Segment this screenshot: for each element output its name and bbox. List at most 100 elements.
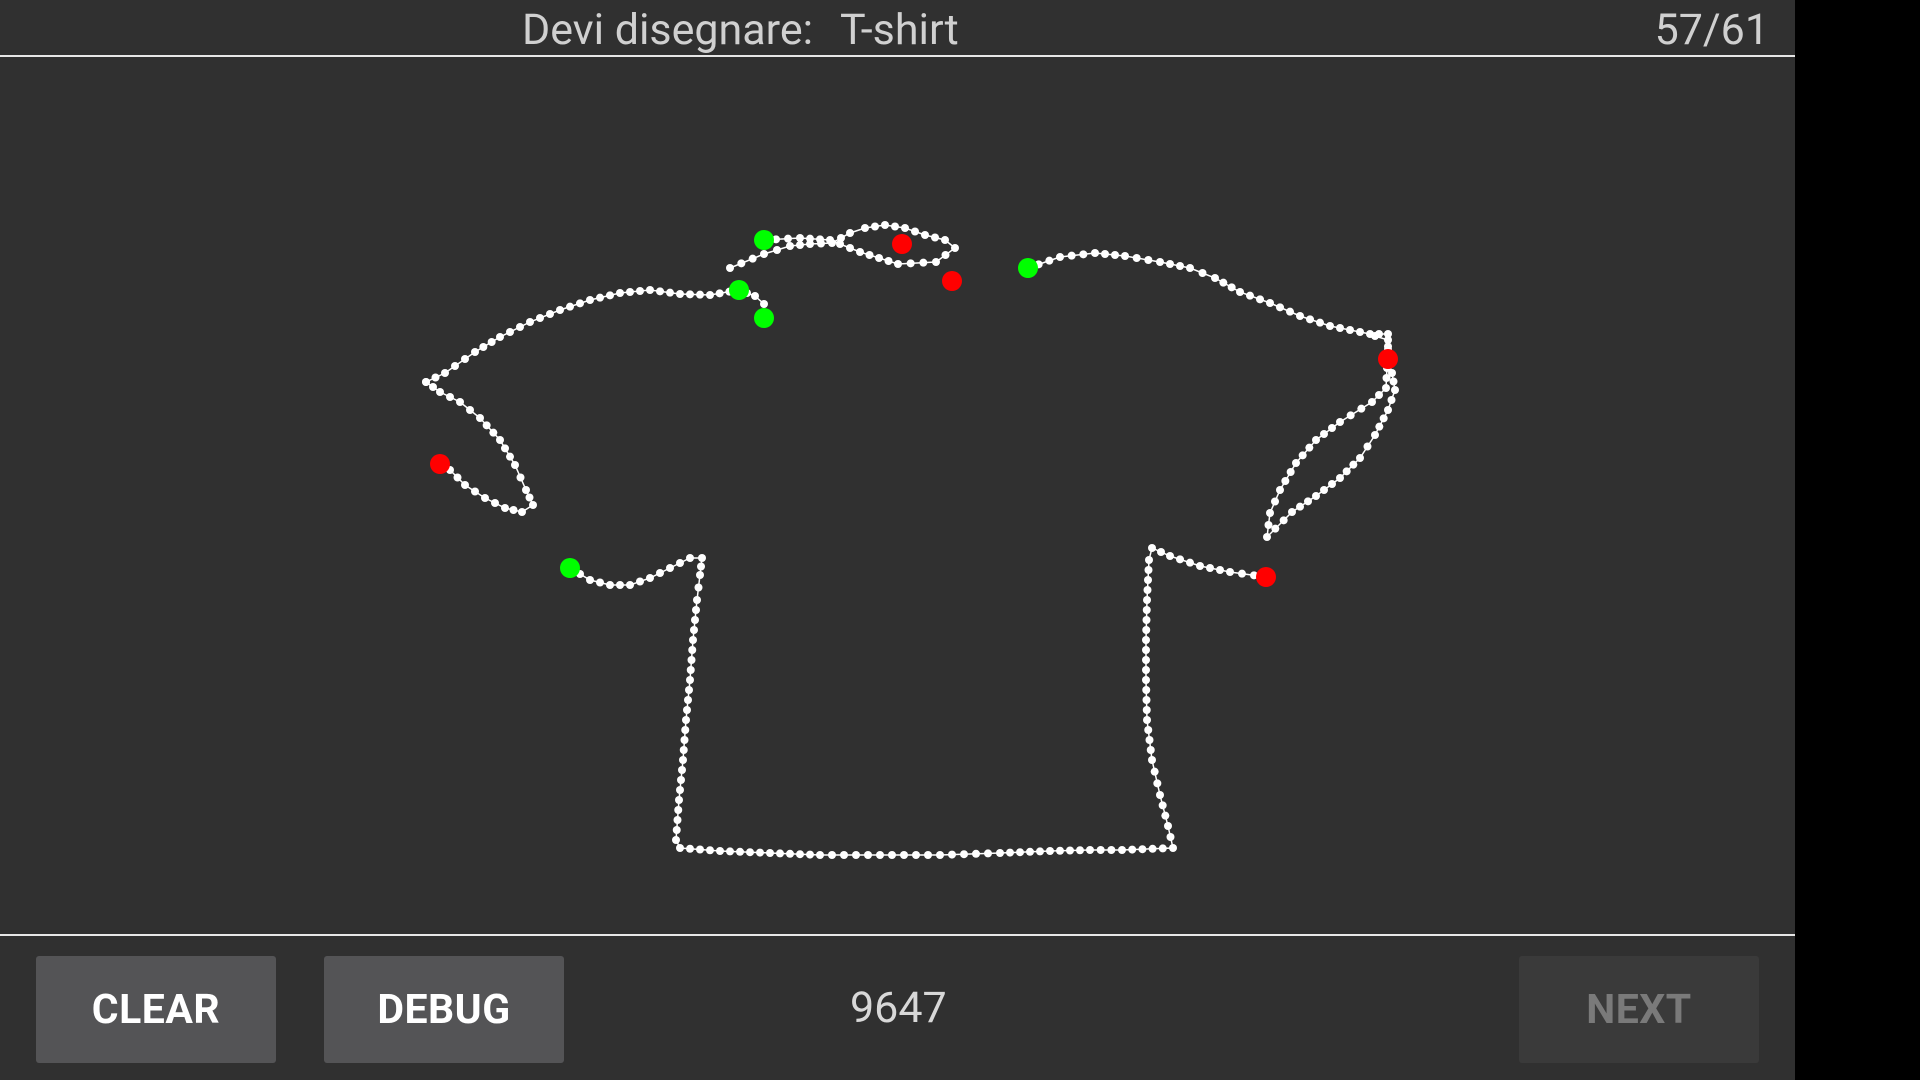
stroke-end-marker bbox=[1378, 349, 1398, 369]
stroke-point bbox=[726, 847, 734, 856]
stroke-point bbox=[1128, 845, 1137, 854]
stroke-point bbox=[676, 290, 684, 298]
stroke-point bbox=[1279, 516, 1288, 525]
stroke-point bbox=[1312, 492, 1320, 500]
stroke-point bbox=[471, 348, 479, 356]
stroke-point bbox=[1382, 374, 1391, 382]
stroke-point bbox=[1158, 801, 1167, 810]
stroke-point bbox=[1238, 569, 1246, 578]
stroke-point bbox=[684, 696, 692, 704]
stroke-point bbox=[1375, 391, 1383, 399]
stroke-point bbox=[1142, 606, 1151, 614]
stroke-point bbox=[911, 227, 919, 236]
stroke-point bbox=[796, 234, 804, 242]
stroke-point bbox=[924, 851, 932, 859]
stroke-point bbox=[697, 562, 705, 571]
stroke-point bbox=[1276, 303, 1284, 312]
stroke-point bbox=[846, 244, 854, 252]
stroke-point bbox=[453, 473, 462, 482]
stroke-point bbox=[884, 257, 893, 265]
stroke-point bbox=[1144, 566, 1153, 574]
stroke-point bbox=[806, 850, 814, 859]
stroke-point bbox=[1156, 258, 1164, 266]
drawing-canvas[interactable] bbox=[0, 58, 1795, 934]
stroke-point bbox=[1161, 811, 1170, 820]
stroke-point bbox=[865, 251, 874, 259]
stroke-point bbox=[636, 287, 644, 295]
stroke-point bbox=[906, 259, 915, 268]
stroke-point bbox=[1143, 586, 1152, 594]
clear-button[interactable]: CLEAR bbox=[36, 956, 276, 1063]
stroke-point bbox=[686, 666, 695, 674]
stroke-point bbox=[1206, 564, 1214, 572]
stroke-point bbox=[1121, 252, 1129, 260]
stroke-point bbox=[436, 388, 444, 396]
stroke-start-marker bbox=[560, 558, 580, 578]
stroke-point bbox=[1176, 555, 1184, 564]
stroke-end-marker bbox=[430, 454, 450, 474]
stroke-point bbox=[496, 436, 504, 444]
stroke-point bbox=[1227, 283, 1236, 292]
stroke-point bbox=[626, 288, 634, 296]
stroke-line bbox=[1027, 252, 1389, 359]
stroke-point bbox=[816, 851, 824, 859]
stroke-point bbox=[1296, 502, 1304, 511]
stroke-point bbox=[1375, 422, 1384, 431]
stroke-point bbox=[1067, 251, 1076, 260]
stroke-point bbox=[1138, 845, 1147, 854]
stroke-point bbox=[441, 369, 449, 377]
stroke-point bbox=[828, 851, 836, 859]
stroke-point bbox=[1186, 264, 1194, 272]
stroke-point bbox=[1016, 848, 1024, 857]
stroke-point bbox=[1346, 326, 1354, 334]
stroke-point bbox=[506, 452, 514, 461]
stroke-point bbox=[1312, 436, 1320, 444]
stroke-point bbox=[1384, 336, 1392, 344]
stroke-point bbox=[871, 222, 879, 231]
stroke-point bbox=[840, 851, 848, 859]
footer-bar: CLEAR DEBUG 9647 NEXT bbox=[0, 934, 1795, 1080]
stroke-point bbox=[680, 736, 689, 744]
stroke-point bbox=[746, 848, 754, 857]
stroke-point bbox=[1371, 332, 1379, 340]
stroke-point bbox=[1305, 443, 1314, 452]
stroke-point bbox=[932, 258, 940, 266]
stroke-point bbox=[678, 766, 686, 774]
score-value: 9647 bbox=[850, 983, 947, 1033]
stroke-point bbox=[1356, 454, 1364, 462]
stroke-point bbox=[431, 373, 440, 382]
stroke-point bbox=[1169, 844, 1177, 852]
stroke-point bbox=[516, 473, 525, 482]
stroke-point bbox=[656, 287, 664, 296]
stroke-point bbox=[941, 251, 950, 259]
stroke-point bbox=[1145, 736, 1154, 744]
stroke-point bbox=[852, 851, 860, 859]
stroke-point bbox=[1148, 756, 1156, 764]
drawing-surface[interactable] bbox=[0, 58, 1795, 934]
stroke-point bbox=[766, 849, 774, 857]
stroke-point bbox=[522, 486, 530, 494]
stroke-point bbox=[686, 844, 694, 853]
stroke-end-marker bbox=[1256, 567, 1276, 587]
stroke-point bbox=[509, 506, 518, 514]
stroke-end-marker bbox=[942, 271, 962, 291]
stroke-point bbox=[972, 849, 980, 858]
stroke-point bbox=[698, 554, 706, 562]
stroke-point bbox=[491, 499, 499, 507]
stroke-point bbox=[786, 849, 794, 858]
stroke-point bbox=[817, 239, 825, 248]
stroke-point bbox=[1153, 779, 1162, 788]
stroke-point bbox=[675, 796, 683, 804]
next-button[interactable]: NEXT bbox=[1519, 956, 1759, 1063]
stroke-point bbox=[894, 260, 902, 268]
stroke-point bbox=[912, 851, 920, 859]
stroke-point bbox=[677, 776, 685, 784]
stroke-point bbox=[1264, 521, 1273, 529]
stroke-point bbox=[760, 300, 768, 308]
stroke-point bbox=[1158, 844, 1167, 853]
stroke-point bbox=[900, 851, 908, 859]
stroke-point bbox=[1296, 312, 1304, 320]
stroke-point bbox=[1118, 846, 1126, 854]
stroke-point bbox=[1196, 562, 1204, 570]
debug-button[interactable]: DEBUG bbox=[324, 956, 564, 1063]
